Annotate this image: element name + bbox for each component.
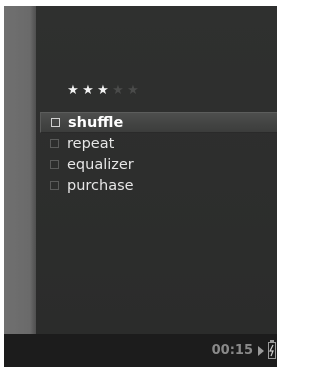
star-icon[interactable]: ★ [112,83,124,99]
rating-stars[interactable]: ★ ★ ★ ★ ★ [67,83,139,99]
star-icon[interactable]: ★ [82,83,94,99]
battery-charging-icon [268,340,276,359]
menu-item-shuffle[interactable]: shuffle [40,112,277,133]
menu-item-purchase[interactable]: purchase [40,175,277,196]
playback-time: 00:15 [211,343,253,358]
checkbox-icon [50,139,59,148]
menu-item-repeat[interactable]: repeat [40,133,277,154]
play-icon [258,346,264,356]
menu-item-label: shuffle [68,114,124,131]
checkbox-icon [51,118,60,127]
star-icon[interactable]: ★ [127,83,139,99]
status-bar: 00:15 [4,334,277,367]
menu-item-label: purchase [67,177,134,194]
menu-screen: ★ ★ ★ ★ ★ shuffle repeat equalizer purchase [36,6,277,334]
checkbox-icon [50,160,59,169]
checkbox-icon [50,181,59,190]
left-edge-stripe [4,6,36,334]
star-icon[interactable]: ★ [67,83,79,99]
menu-item-equalizer[interactable]: equalizer [40,154,277,175]
player-device: ★ ★ ★ ★ ★ shuffle repeat equalizer purchase 00:… [4,6,277,367]
menu-item-label: repeat [67,135,115,152]
options-menu: shuffle repeat equalizer purchase [40,112,277,196]
menu-item-label: equalizer [67,156,134,173]
star-icon[interactable]: ★ [97,83,109,99]
